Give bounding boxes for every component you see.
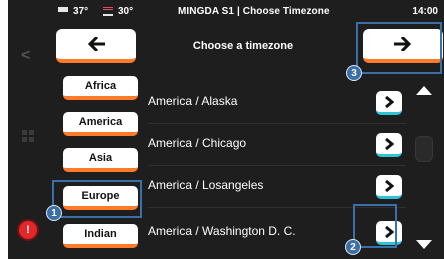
- timezone-row-alaska[interactable]: America / Alaska: [148, 82, 410, 124]
- timezone-label: America / Alaska: [148, 94, 238, 108]
- timezone-label: America / Washington D. C.: [148, 224, 296, 238]
- timezone-label: America / Losangeles: [148, 178, 264, 192]
- chevron-right-icon: [385, 137, 394, 150]
- region-label: America: [78, 116, 123, 128]
- timezone-label: America / Chicago: [148, 136, 247, 150]
- callout-highlight-3: [356, 22, 442, 74]
- bed-temperature: 30°: [103, 6, 133, 17]
- left-rail: < !: [8, 22, 48, 259]
- clock: 14:00: [412, 6, 438, 17]
- callout-highlight-2: [353, 204, 397, 248]
- region-button-asia[interactable]: Asia: [63, 148, 138, 172]
- bed-temp-value: 30°: [118, 6, 134, 17]
- screen-title: MINGDA S1 | Choose Timezone: [178, 6, 330, 17]
- select-timezone-button[interactable]: [376, 91, 402, 115]
- alert-icon[interactable]: !: [19, 221, 37, 239]
- callout-badge-2: 2: [345, 239, 361, 255]
- callout-badge-1: 1: [46, 205, 62, 221]
- scroll-up-icon[interactable]: [416, 86, 432, 95]
- page-heading: Choose a timezone: [192, 40, 294, 52]
- callout-badge-3: 3: [346, 65, 362, 81]
- region-button-indian[interactable]: Indian: [63, 224, 138, 248]
- chevron-right-icon: [385, 95, 394, 108]
- arrow-left-icon: [87, 37, 105, 51]
- region-label: Indian: [84, 228, 117, 240]
- region-button-america[interactable]: America: [63, 112, 138, 136]
- chevron-left-icon[interactable]: <: [21, 47, 30, 65]
- timezone-row-losangeles[interactable]: America / Losangeles: [148, 166, 410, 208]
- select-timezone-button[interactable]: [376, 133, 402, 157]
- region-button-africa[interactable]: Africa: [63, 76, 138, 100]
- back-button[interactable]: [56, 29, 136, 63]
- nozzle-icon: [58, 7, 68, 16]
- select-timezone-button[interactable]: [376, 175, 402, 199]
- scrollbar[interactable]: [412, 80, 436, 255]
- nozzle-temperature: 37°: [58, 6, 88, 17]
- chevron-right-icon: [385, 179, 394, 192]
- callout-highlight-1: [52, 180, 142, 218]
- heated-bed-icon: [103, 7, 113, 16]
- region-label: Asia: [88, 152, 113, 164]
- printer-screen: 37° 30° MINGDA S1 | Choose Timezone 14:0…: [8, 0, 444, 259]
- menu-grid-icon[interactable]: [22, 130, 34, 142]
- scroll-thumb[interactable]: [415, 136, 433, 162]
- scroll-down-icon[interactable]: [416, 240, 432, 249]
- timezone-row-chicago[interactable]: America / Chicago: [148, 124, 410, 166]
- region-label: Africa: [84, 80, 117, 92]
- status-bar: 37° 30° MINGDA S1 | Choose Timezone 14:0…: [8, 0, 444, 22]
- nozzle-temp-value: 37°: [73, 6, 89, 17]
